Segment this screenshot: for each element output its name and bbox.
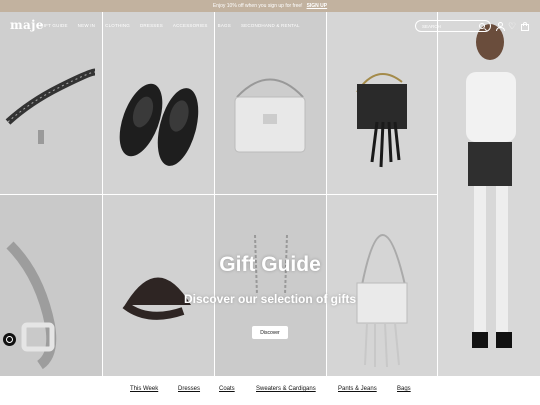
nav-item-bags[interactable]: BAGS <box>218 23 231 28</box>
accessibility-icon[interactable] <box>3 333 16 346</box>
account-icon[interactable] <box>496 22 505 31</box>
signup-link[interactable]: SIGN UP <box>307 3 328 9</box>
hero-title: Gift Guide <box>219 253 321 276</box>
product-image-chain[interactable] <box>215 195 326 376</box>
nav-item-new-in[interactable]: NEW IN <box>78 23 95 28</box>
main-nav: GIFT GUIDE NEW IN CLOTHING DRESSES ACCES… <box>40 23 300 28</box>
nav-item-dresses[interactable]: DRESSES <box>140 23 163 28</box>
product-image-cap[interactable] <box>103 195 214 376</box>
product-image-belt[interactable] <box>0 195 102 376</box>
category-sweaters[interactable]: Sweaters & Cardigans <box>256 386 316 392</box>
site-header: maje GIFT GUIDE NEW IN CLOTHING DRESSES … <box>0 12 540 40</box>
category-this-week[interactable]: This Week <box>130 386 158 392</box>
discover-button[interactable]: Discover <box>252 326 288 339</box>
promo-bar: Enjoy 10% off when you sign up for free!… <box>0 0 540 12</box>
hero-subtitle: Discover our selection of gifts <box>183 292 357 306</box>
logo[interactable]: maje <box>10 18 44 32</box>
nav-item-gift-guide[interactable]: GIFT GUIDE <box>40 23 68 28</box>
search-input[interactable]: SEARCH <box>415 20 491 32</box>
category-coats[interactable]: Coats <box>219 386 235 392</box>
search-icon[interactable] <box>479 23 485 29</box>
heart-icon[interactable]: ♡ <box>508 22 517 31</box>
promo-text: Enjoy 10% off when you sign up for free! <box>212 3 303 9</box>
category-pants[interactable]: Pants & Jeans <box>338 386 377 392</box>
category-bags[interactable]: Bags <box>397 386 411 392</box>
nav-item-secondhand[interactable]: SECONDHAND & RENTAL <box>241 23 300 28</box>
nav-item-accessories[interactable]: ACCESSORIES <box>173 23 208 28</box>
product-image-white-fringe-bag[interactable] <box>327 195 437 376</box>
bag-icon[interactable] <box>521 22 530 31</box>
search-placeholder: SEARCH <box>422 23 441 29</box>
model-image[interactable] <box>438 12 540 376</box>
category-dresses[interactable]: Dresses <box>178 386 200 392</box>
nav-item-clothing[interactable]: CLOTHING <box>105 23 130 28</box>
category-bar: This Week Dresses Coats Sweaters & Cardi… <box>0 377 540 405</box>
